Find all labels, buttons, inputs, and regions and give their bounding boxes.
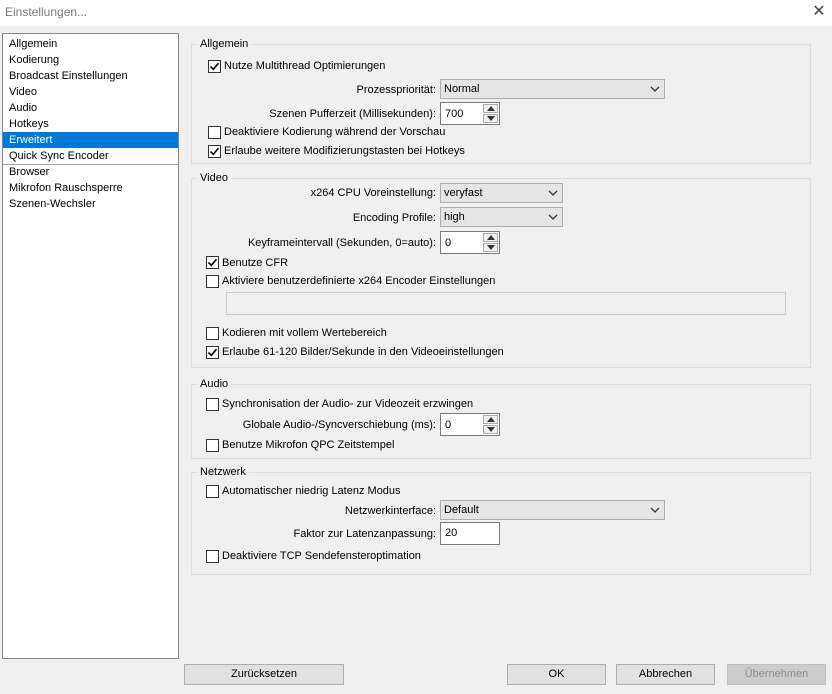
priority-label: Prozesspriorität: <box>356 84 436 96</box>
sidebar-item-quick-sync[interactable]: Quick Sync Encoder <box>3 148 178 164</box>
sidebar-item-broadcast[interactable]: Broadcast Einstellungen <box>3 68 178 84</box>
cfr-label: Benutze CFR <box>222 257 289 269</box>
window-title: Einstellungen... <box>5 5 88 19</box>
encoding-profile-value: high <box>444 211 465 223</box>
settings-category-list: Allgemein Kodierung Broadcast Einstellun… <box>2 33 179 659</box>
keyframe-interval-spinbox[interactable]: 0 <box>440 231 500 254</box>
close-icon[interactable]: ✕ <box>808 2 830 22</box>
sidebar-item-hotkeys[interactable]: Hotkeys <box>3 116 178 132</box>
buffer-spinbox[interactable]: 700 <box>440 102 500 125</box>
title-bar: Einstellungen... ✕ <box>0 0 832 26</box>
chevron-down-icon <box>650 507 660 513</box>
x264-preset-label: x264 CPU Voreinstellung: <box>310 187 436 199</box>
arrow-down-icon <box>487 116 495 121</box>
reset-button[interactable]: Zurücksetzen <box>184 664 344 685</box>
ok-button[interactable]: OK <box>507 664 606 685</box>
keyframe-interval-label: Keyframeintervall (Sekunden, 0=auto): <box>247 237 436 249</box>
low-latency-label: Automatischer niedrig Latenz Modus <box>222 485 401 497</box>
buffer-label: Szenen Pufferzeit (Millisekunden): <box>269 108 436 120</box>
apply-button[interactable]: Übernehmen <box>727 664 826 685</box>
chevron-down-icon <box>650 86 660 92</box>
sidebar-item-browser[interactable]: Browser <box>3 164 178 180</box>
cancel-button[interactable]: Abbrechen <box>616 664 715 685</box>
high-fps-checkbox[interactable] <box>206 346 219 359</box>
custom-x264-settings-field[interactable] <box>226 292 786 315</box>
full-range-checkbox[interactable] <box>206 327 219 340</box>
buffer-value: 700 <box>445 108 464 120</box>
chevron-down-icon <box>548 214 558 220</box>
encoding-profile-label: Encoding Profile: <box>352 212 436 224</box>
network-interface-label: Netzwerkinterface: <box>344 505 436 517</box>
group-video-label: Video <box>197 171 231 185</box>
sidebar-item-erweitert[interactable]: Erweitert <box>3 132 178 148</box>
buffer-decrement-button[interactable] <box>483 114 498 123</box>
cfr-checkbox[interactable] <box>206 256 219 269</box>
full-range-label: Kodieren mit vollem Wertebereich <box>222 327 387 339</box>
keyframe-increment-button[interactable] <box>483 233 498 242</box>
hotkey-modifiers-checkbox[interactable] <box>208 145 221 158</box>
buffer-increment-button[interactable] <box>483 104 498 113</box>
av-sync-label: Synchronisation der Audio- zur Videozeit… <box>222 398 474 410</box>
group-audio-label: Audio <box>197 377 232 391</box>
audio-offset-increment-button[interactable] <box>483 415 498 424</box>
audio-offset-label: Globale Audio-/Syncverschiebung (ms): <box>242 419 436 431</box>
tcp-optimization-label: Deaktiviere TCP Sendefensteroptimation <box>222 550 421 562</box>
sidebar-item-allgemein[interactable]: Allgemein <box>3 36 178 52</box>
keyframe-interval-value: 0 <box>445 237 452 249</box>
group-general-label: Allgemein <box>197 37 252 51</box>
custom-x264-label: Aktiviere benutzerdefinierte x264 Encode… <box>222 275 496 287</box>
disable-preview-encoding-label: Deaktiviere Kodierung während der Vorsch… <box>224 126 446 138</box>
x264-preset-select[interactable]: veryfast <box>440 183 563 203</box>
latency-factor-label: Faktor zur Latenzanpassung: <box>293 528 436 540</box>
low-latency-checkbox[interactable] <box>206 485 219 498</box>
priority-value: Normal <box>444 83 480 95</box>
audio-offset-decrement-button[interactable] <box>483 425 498 434</box>
sidebar-item-szenen-wechsler[interactable]: Szenen-Wechsler <box>3 196 178 212</box>
arrow-up-icon <box>487 106 495 111</box>
group-network-label: Netzwerk <box>197 465 249 479</box>
high-fps-label: Erlaube 61-120 Bilder/Sekunde in den Vid… <box>222 346 504 358</box>
av-sync-checkbox[interactable] <box>206 398 219 411</box>
qpc-timestamp-checkbox[interactable] <box>206 439 219 452</box>
network-interface-value: Default <box>444 504 479 516</box>
multithread-label: Nutze Multithread Optimierungen <box>224 60 386 72</box>
priority-select[interactable]: Normal <box>440 79 665 99</box>
encoding-profile-select[interactable]: high <box>440 207 563 227</box>
audio-offset-spinbox[interactable]: 0 <box>440 413 500 436</box>
keyframe-decrement-button[interactable] <box>483 243 498 252</box>
sidebar-item-video[interactable]: Video <box>3 84 178 100</box>
latency-factor-input[interactable]: 20 <box>440 522 500 545</box>
network-interface-select[interactable]: Default <box>440 500 665 520</box>
arrow-down-icon <box>487 245 495 250</box>
custom-x264-checkbox[interactable] <box>206 275 219 288</box>
qpc-timestamp-label: Benutze Mikrofon QPC Zeitstempel <box>222 439 395 451</box>
disable-preview-encoding-checkbox[interactable] <box>208 126 221 139</box>
tcp-optimization-checkbox[interactable] <box>206 550 219 563</box>
sidebar-item-kodierung[interactable]: Kodierung <box>3 52 178 68</box>
sidebar-item-rauschsperre[interactable]: Mikrofon Rauschsperre <box>3 180 178 196</box>
arrow-up-icon <box>487 417 495 422</box>
sidebar-item-audio[interactable]: Audio <box>3 100 178 116</box>
audio-offset-value: 0 <box>445 419 452 431</box>
x264-preset-value: veryfast <box>444 187 483 199</box>
chevron-down-icon <box>548 190 558 196</box>
hotkey-modifiers-label: Erlaube weitere Modifizierungstasten bei… <box>224 145 465 157</box>
arrow-down-icon <box>487 427 495 432</box>
multithread-checkbox[interactable] <box>208 60 221 73</box>
arrow-up-icon <box>487 235 495 240</box>
